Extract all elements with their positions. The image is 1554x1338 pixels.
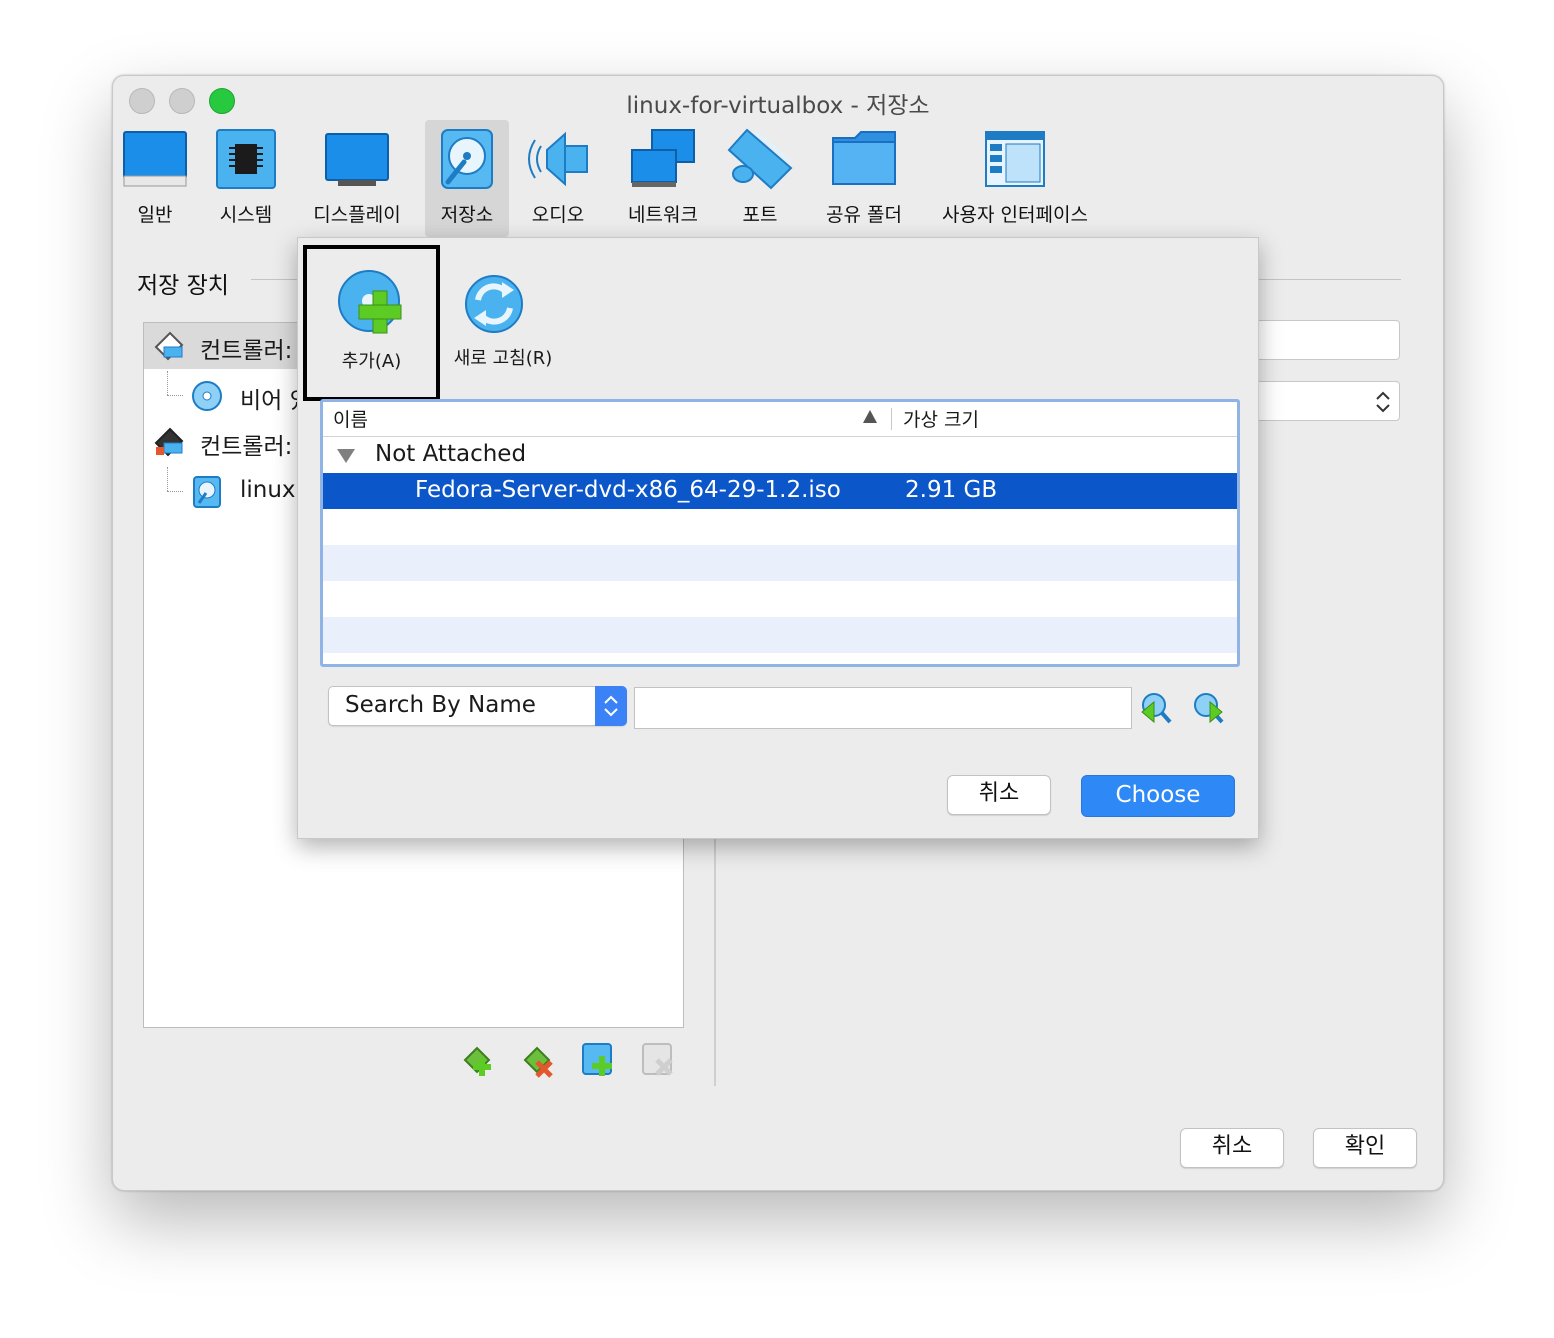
toolbar-display[interactable]: 디스플레이	[307, 120, 407, 237]
storage-devices-heading: 저장 장치	[137, 273, 229, 299]
add-attachment-icon[interactable]	[581, 1042, 617, 1078]
general-monitor-icon	[123, 131, 187, 187]
medium-size: 2.91 GB	[905, 477, 998, 503]
toolbar-ports[interactable]: 포트	[725, 120, 795, 237]
select-stepper	[595, 686, 627, 726]
refresh-icon	[465, 275, 523, 333]
toolbar-system[interactable]: 시스템	[211, 120, 281, 237]
toolbar-label: 공유 폴더	[826, 204, 902, 226]
settings-toolbar: 일반 시스템 디스플레이 저장소 오디오 네트워크 포트 공유 폴더 사용자 인…	[113, 120, 1443, 238]
empty-row	[323, 617, 1237, 653]
chooser-cancel-button[interactable]: 취소	[947, 775, 1051, 815]
search-mode-label: Search By Name	[345, 692, 536, 718]
add-medium-button[interactable]: 추가(A)	[303, 245, 440, 401]
disclosure-triangle-icon[interactable]	[337, 449, 355, 463]
toolbar-label: 일반	[137, 204, 173, 226]
medium-list[interactable]: 이름 가상 크기 Not Attached Fedora-Server-dvd-…	[320, 399, 1240, 667]
toolbar-audio[interactable]: 오디오	[519, 120, 597, 237]
controller-icon	[154, 427, 184, 457]
remove-attachment-icon	[642, 1043, 673, 1076]
tree-label: 컨트롤러:	[200, 338, 293, 364]
toolbar-network[interactable]: 네트워크	[617, 120, 709, 237]
group-label: Not Attached	[375, 441, 527, 467]
chevron-updown-icon	[1376, 391, 1390, 413]
search-mode-select[interactable]: Search By Name	[328, 686, 627, 726]
title-bar: linux-for-virtualbox - 저장소	[113, 76, 1443, 122]
toolbar-label: 디스플레이	[313, 204, 401, 226]
display-monitor-icon	[325, 133, 389, 186]
add-medium-label: 추가(A)	[341, 351, 402, 372]
network-icon	[631, 129, 695, 187]
search-next-icon[interactable]	[1190, 690, 1226, 726]
group-row-not-attached[interactable]: Not Attached	[323, 437, 1237, 473]
window-title: linux-for-virtualbox - 저장소	[626, 93, 930, 119]
attribute-select[interactable]	[1243, 381, 1400, 421]
storage-disk-icon	[441, 129, 493, 189]
column-name-header[interactable]: 이름	[333, 405, 368, 432]
toolbar-label: 오디오	[531, 204, 585, 226]
search-previous-icon[interactable]	[1138, 690, 1174, 726]
tree-label: 컨트롤러:	[200, 434, 293, 460]
toolbar-label: 저장소	[440, 204, 494, 226]
user-interface-icon	[985, 131, 1045, 187]
refresh-label: 새로 고침(R)	[453, 348, 553, 369]
toolbar-storage[interactable]: 저장소	[425, 120, 509, 237]
tree-label: linux	[240, 477, 296, 503]
empty-row	[323, 545, 1237, 581]
add-disk-icon	[338, 270, 402, 334]
window-ok-button[interactable]: 확인	[1313, 1128, 1417, 1168]
toolbar-label: 네트워크	[628, 204, 698, 226]
hard-disk-icon	[193, 476, 221, 508]
shared-folder-icon	[832, 131, 896, 185]
toolbar-general[interactable]: 일반	[119, 120, 191, 237]
remove-controller-icon[interactable]	[521, 1042, 557, 1078]
empty-row	[323, 581, 1237, 617]
search-input[interactable]	[634, 687, 1132, 729]
list-header: 이름 가상 크기	[323, 402, 1237, 437]
add-controller-icon[interactable]	[461, 1042, 497, 1078]
window-cancel-button[interactable]: 취소	[1180, 1128, 1284, 1168]
toolbar-label: 사용자 인터페이스	[942, 204, 1088, 226]
toolbar-user-interface[interactable]: 사용자 인터페이스	[935, 120, 1095, 237]
column-size-header[interactable]: 가상 크기	[903, 405, 979, 432]
empty-row	[323, 509, 1237, 545]
toolbar-label: 포트	[742, 204, 778, 226]
medium-row[interactable]: Fedora-Server-dvd-x86_64-29-1.2.iso 2.91…	[323, 473, 1237, 509]
refresh-button[interactable]: 새로 고침(R)	[438, 252, 568, 402]
medium-name: Fedora-Server-dvd-x86_64-29-1.2.iso	[415, 477, 841, 503]
toolbar-label: 시스템	[219, 204, 273, 226]
sort-ascending-icon	[863, 410, 877, 423]
audio-speaker-icon	[528, 131, 588, 187]
panel-divider	[714, 836, 716, 1086]
controller-icon	[154, 331, 184, 361]
toolbar-shared-folders[interactable]: 공유 폴더	[819, 120, 909, 237]
ports-icon	[727, 128, 793, 190]
system-chip-icon	[216, 129, 276, 189]
column-separator	[891, 408, 892, 430]
medium-chooser-dialog: 추가(A) 새로 고침(R) 이름 가상 크기 Not Attached Fed…	[297, 237, 1259, 839]
chevron-updown-icon	[604, 695, 618, 717]
attribute-text-field[interactable]	[1243, 320, 1400, 360]
choose-button[interactable]: Choose	[1081, 775, 1235, 817]
optical-disk-icon	[192, 381, 222, 411]
